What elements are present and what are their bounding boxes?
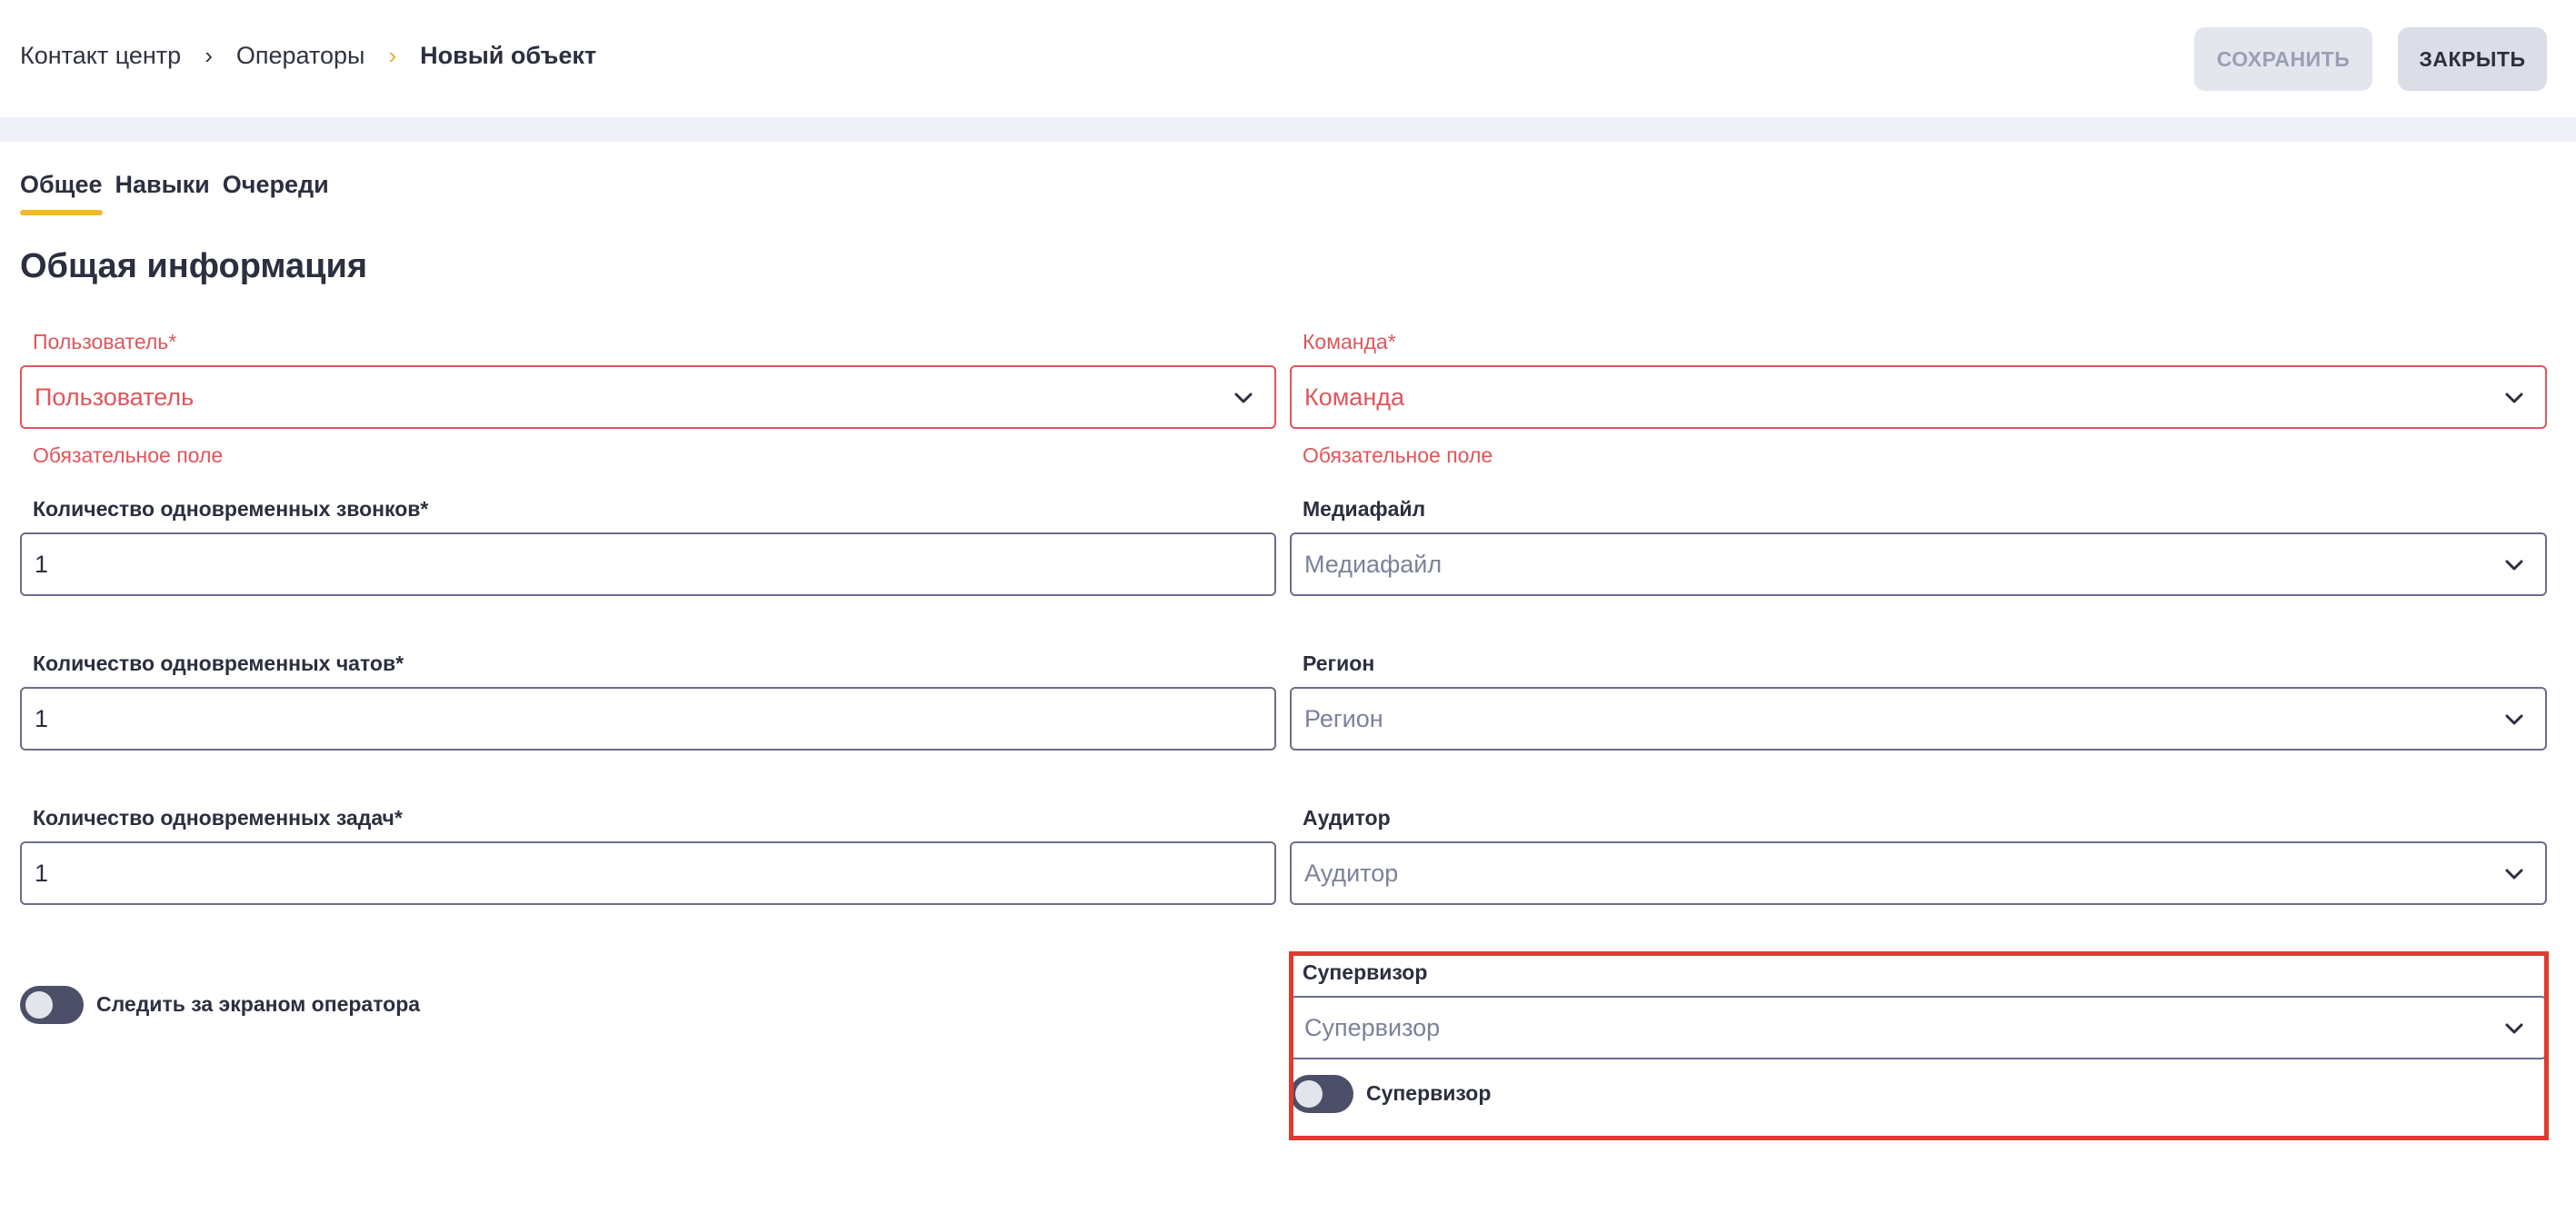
region-select[interactable]: Регион	[1290, 687, 2547, 751]
chevron-down-icon	[1234, 393, 1253, 403]
save-button[interactable]: СОХРАНИТЬ	[2194, 27, 2372, 91]
user-error: Обязательное поле	[33, 443, 224, 467]
tasks-label: Количество одновременных задач*	[33, 806, 403, 830]
header-divider	[0, 117, 2576, 142]
tab-queues[interactable]: Очереди	[223, 171, 329, 215]
chevron-down-icon	[2505, 869, 2523, 880]
breadcrumb-current: Новый объект	[420, 42, 597, 69]
breadcrumb-separator: ›	[205, 42, 213, 69]
toggle-knob	[25, 991, 53, 1019]
breadcrumb-root[interactable]: Контакт центр	[20, 42, 181, 70]
highlight-box	[1289, 951, 2549, 1140]
media-select[interactable]: Медиафайл	[1290, 532, 2547, 596]
team-label: Команда*	[1303, 330, 1396, 353]
watch-screen-toggle[interactable]	[20, 986, 84, 1024]
region-placeholder: Регион	[1304, 704, 1383, 732]
breadcrumb-section[interactable]: Операторы	[236, 42, 365, 70]
user-select[interactable]: Пользователь	[20, 365, 1276, 429]
watch-screen-label: Следить за экраном оператора	[96, 992, 421, 1016]
calls-label: Количество одновременных звонков*	[33, 497, 429, 521]
top-bar: Контакт центр › Операторы › Новый объект…	[0, 0, 2576, 117]
tasks-value: 1	[35, 859, 49, 887]
calls-input[interactable]: 1	[20, 532, 1276, 596]
breadcrumb: Контакт центр › Операторы › Новый объект	[20, 42, 596, 70]
auditor-select[interactable]: Аудитор	[1290, 841, 2547, 905]
tab-skills[interactable]: Навыки	[115, 171, 210, 215]
chats-label: Количество одновременных чатов*	[33, 651, 404, 675]
close-button[interactable]: ЗАКРЫТЬ	[2398, 27, 2547, 91]
team-error: Обязательное поле	[1303, 443, 1493, 467]
region-label: Регион	[1303, 651, 1375, 675]
user-placeholder: Пользователь	[35, 383, 195, 411]
media-label: Медиафайл	[1303, 497, 1426, 521]
team-select[interactable]: Команда	[1290, 365, 2547, 429]
breadcrumb-separator: ›	[388, 42, 397, 69]
user-label: Пользователь*	[33, 330, 177, 353]
tab-general[interactable]: Общее	[20, 171, 103, 215]
chevron-down-icon	[2505, 560, 2523, 571]
calls-value: 1	[35, 550, 49, 578]
auditor-label: Аудитор	[1303, 806, 1391, 830]
media-placeholder: Медиафайл	[1304, 550, 1443, 578]
auditor-placeholder: Аудитор	[1304, 859, 1399, 887]
chevron-down-icon	[2505, 393, 2523, 403]
team-placeholder: Команда	[1304, 383, 1405, 411]
chats-input[interactable]: 1	[20, 687, 1276, 751]
section-title: Общая информация	[20, 247, 368, 285]
tasks-input[interactable]: 1	[20, 841, 1276, 905]
chats-value: 1	[35, 704, 49, 732]
chevron-down-icon	[2505, 714, 2523, 725]
tab-bar: Общее Навыки Очереди	[20, 171, 329, 215]
